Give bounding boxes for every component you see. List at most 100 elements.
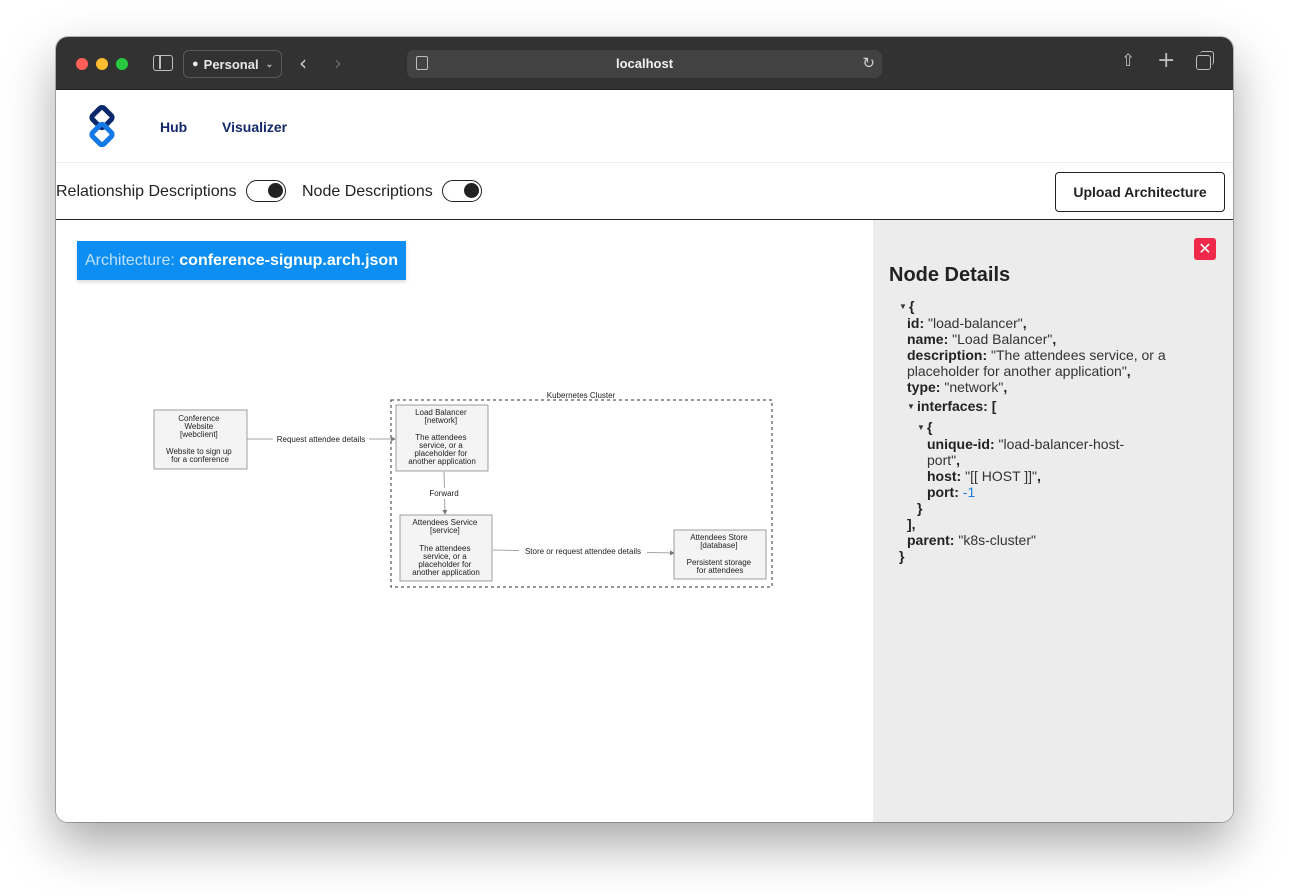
- caret-down-icon[interactable]: ▼: [907, 399, 917, 415]
- json-row: parent: "k8s-cluster": [899, 532, 1219, 548]
- json-brace: }: [917, 500, 923, 516]
- panel-title: Node Details: [889, 264, 1011, 286]
- json-row: description: "The attendees service, or …: [899, 347, 1219, 363]
- json-row: port: -1: [899, 484, 1219, 500]
- json-brace: }: [899, 548, 905, 564]
- node-line: another application: [408, 457, 476, 466]
- app-header: Hub Visualizer: [56, 90, 1233, 163]
- json-value: -1: [962, 484, 976, 500]
- json-key: description:: [907, 347, 988, 363]
- edge-store-label: Store or request attendee details: [525, 547, 641, 556]
- toggle-knob: [268, 183, 283, 198]
- json-value: "[[ HOST ]]": [965, 468, 1038, 484]
- node-line: [database]: [700, 541, 737, 550]
- edge-request-label: Request attendee details: [277, 435, 366, 444]
- visualizer-toolbar: Relationship Descriptions Node Descripti…: [56, 163, 1233, 220]
- json-row: unique-id: "load-balancer-host-: [899, 436, 1219, 452]
- json-value: "k8s-cluster": [958, 532, 1036, 548]
- cluster-label: Kubernetes Cluster: [547, 391, 616, 400]
- json-key: name:: [907, 331, 949, 347]
- json-bracket: ],: [907, 516, 916, 532]
- node-line: [webclient]: [180, 430, 218, 439]
- page-content: Hub Visualizer Relationship Descriptions…: [56, 90, 1233, 822]
- node-line: another application: [412, 568, 480, 577]
- node-line: [service]: [430, 526, 460, 535]
- json-row: id: "load-balancer",: [907, 315, 1027, 331]
- relationship-descriptions-toggle[interactable]: [246, 180, 286, 202]
- logo-icon[interactable]: [80, 104, 124, 148]
- json-brace: {: [927, 419, 933, 435]
- json-row: type: "network",: [907, 379, 1008, 395]
- relationship-descriptions-label: Relationship Descriptions: [56, 183, 237, 200]
- nav-visualizer-link[interactable]: Visualizer: [222, 119, 287, 135]
- architecture-diagram: Kubernetes Cluster Request attendee deta…: [153, 391, 773, 588]
- json-key: port:: [927, 484, 959, 500]
- nav-hub-link[interactable]: Hub: [160, 119, 187, 135]
- node-line: for attendees: [697, 566, 744, 575]
- json-value: "load-balancer": [928, 315, 1023, 331]
- json-row: ▼{: [899, 419, 1219, 436]
- node-conference-website[interactable]: Conference Website [webclient] Website t…: [153, 409, 248, 470]
- json-row: ],: [899, 516, 1219, 532]
- node-attendees-service[interactable]: Attendees Service [service] The attendee…: [399, 514, 493, 582]
- node-text: Load Balancer [network] The attendees se…: [408, 408, 476, 466]
- diagram-canvas[interactable]: Kubernetes Cluster Request attendee deta…: [56, 220, 873, 822]
- json-bracket: [: [991, 398, 997, 414]
- node-text: Attendees Service [service] The attendee…: [412, 518, 480, 577]
- profile-label: Personal: [203, 56, 259, 72]
- json-row: }: [899, 548, 1219, 564]
- node-descriptions-label: Node Descriptions: [302, 183, 433, 200]
- json-tree: ▼{ id: "load-balancer", name: "Load Bala…: [899, 298, 1219, 564]
- reload-icon[interactable]: ↻: [862, 54, 875, 72]
- profile-button[interactable]: ● Personal ⌄: [183, 50, 282, 78]
- json-key: unique-id:: [927, 436, 995, 452]
- node-descriptions-toggle[interactable]: [442, 180, 482, 202]
- architecture-file-name: conference-signup.arch.json: [179, 252, 398, 269]
- json-row: host: "[[ HOST ]]",: [927, 468, 1041, 484]
- minimize-window-button[interactable]: [96, 58, 108, 70]
- json-row: ▼{: [899, 298, 1219, 315]
- zoom-window-button[interactable]: [116, 58, 128, 70]
- json-key: id:: [907, 315, 925, 331]
- url-text: localhost: [615, 56, 674, 71]
- node-attendees-store[interactable]: Attendees Store [database] Persistent st…: [673, 529, 767, 580]
- caret-down-icon[interactable]: ▼: [917, 420, 927, 436]
- back-arrow-icon[interactable]: ‹: [299, 51, 307, 75]
- browser-titlebar: ● Personal ⌄ ‹ › localhost ↻ ⇧ +: [56, 37, 1233, 90]
- json-row: ▼ interfaces: [: [899, 398, 1219, 415]
- edge-forward-label: Forward: [429, 489, 458, 498]
- json-row: name: "Load Balancer",: [907, 331, 1057, 347]
- close-details-button[interactable]: ✕: [1194, 238, 1216, 260]
- architecture-prefix: Architecture:: [85, 252, 175, 269]
- sidebar-toggle-icon[interactable]: [153, 55, 173, 71]
- json-row: port",: [927, 452, 960, 468]
- tab-overview-icon[interactable]: [1196, 51, 1214, 70]
- json-key: parent:: [907, 532, 955, 548]
- forward-arrow-icon[interactable]: ›: [334, 51, 342, 75]
- node-line: for a conference: [171, 455, 229, 464]
- upload-architecture-button[interactable]: Upload Architecture: [1055, 172, 1225, 212]
- json-value: placeholder for another application": [907, 363, 1127, 379]
- address-bar[interactable]: localhost ↻: [407, 50, 882, 78]
- node-load-balancer[interactable]: Load Balancer [network] The attendees se…: [395, 404, 489, 472]
- browser-window: ● Personal ⌄ ‹ › localhost ↻ ⇧ + Hub Vis…: [56, 37, 1233, 822]
- chevron-down-icon: ⌄: [265, 58, 274, 69]
- json-key: interfaces:: [917, 398, 988, 414]
- architecture-badge: Architecture: conference-signup.arch.jso…: [77, 241, 406, 280]
- json-key: host:: [927, 468, 962, 484]
- json-row: placeholder for another application",: [907, 363, 1131, 379]
- json-value: "Load Balancer": [952, 331, 1053, 347]
- json-brace: {: [909, 298, 915, 314]
- json-value: port": [927, 452, 957, 468]
- person-icon: ●: [192, 58, 199, 70]
- json-value: "load-balancer-host-: [998, 436, 1125, 452]
- json-row: }: [899, 500, 1219, 516]
- json-value: "network": [944, 379, 1004, 395]
- new-tab-icon[interactable]: +: [1157, 48, 1175, 73]
- toggle-knob: [464, 183, 479, 198]
- json-value: "The attendees service, or a: [991, 347, 1166, 363]
- caret-down-icon[interactable]: ▼: [899, 299, 909, 315]
- share-icon[interactable]: ⇧: [1121, 51, 1135, 71]
- json-key: type:: [907, 379, 941, 395]
- close-window-button[interactable]: [76, 58, 88, 70]
